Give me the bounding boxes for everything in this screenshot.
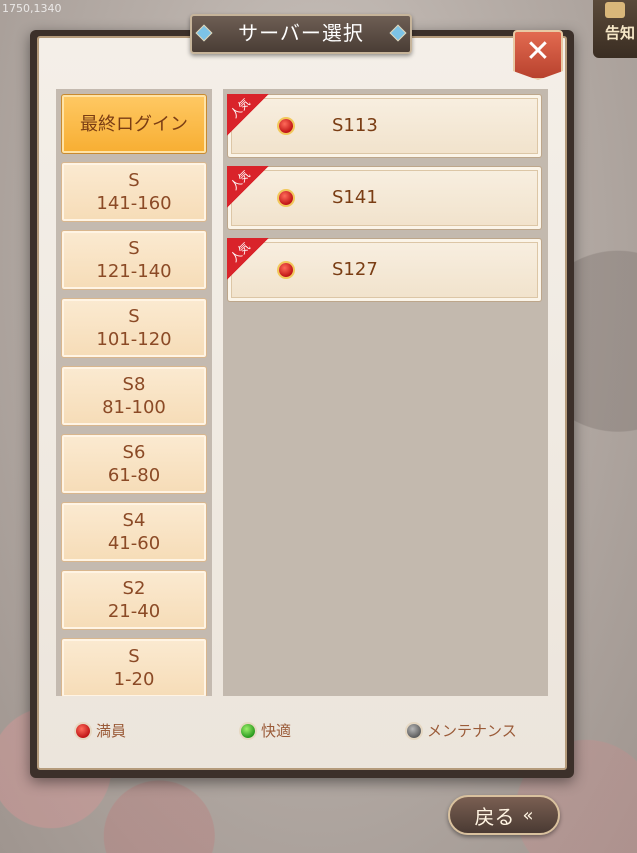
range-tab-label: S2 xyxy=(122,578,146,599)
range-tab[interactable]: S6 61-80 xyxy=(61,434,207,494)
hot-badge-label: 人気 xyxy=(227,95,253,121)
close-icon: ✕ xyxy=(525,34,551,69)
hot-badge-label: 人気 xyxy=(227,167,253,193)
notice-label: 告知 xyxy=(604,24,635,42)
dialog-title-plate: サーバー選択 xyxy=(190,14,412,54)
server-range-list[interactable]: 最終ログイン S 141-160 S 121-140 S 101-120 S8 … xyxy=(56,89,212,696)
server-name: S113 xyxy=(332,115,378,136)
range-tab-label: S4 xyxy=(122,510,146,531)
server-list: 人気 S113 人気 S141 人気 S127 xyxy=(223,89,548,696)
range-tab-label: S xyxy=(128,170,140,191)
legend-label: 快適 xyxy=(261,722,292,740)
status-full-icon xyxy=(76,723,90,738)
range-tab-label: S6 xyxy=(122,442,146,463)
range-tab[interactable]: S 121-140 xyxy=(61,230,207,290)
status-comfortable-icon xyxy=(241,723,255,738)
notice-button[interactable]: 告知 xyxy=(593,0,637,58)
range-tab-range: 81-100 xyxy=(102,397,166,418)
range-tab[interactable]: S 141-160 xyxy=(61,162,207,222)
coordinates-readout: 1750,1340 xyxy=(2,2,62,15)
close-button[interactable]: ✕ xyxy=(513,30,563,80)
legend-label: 満員 xyxy=(96,722,127,740)
range-tab-label: S xyxy=(128,238,140,259)
range-tab[interactable]: S8 81-100 xyxy=(61,366,207,426)
back-arrow-icon: « xyxy=(522,804,534,826)
server-name: S141 xyxy=(332,187,378,208)
range-tab-range: 121-140 xyxy=(96,261,172,282)
hot-badge-label: 人気 xyxy=(227,239,253,265)
range-tab-range: 1-20 xyxy=(113,669,155,690)
hot-badge: 人気 xyxy=(227,166,269,208)
range-tab-label: S xyxy=(128,646,140,667)
status-full-icon xyxy=(279,119,293,133)
range-tab-range: 41-60 xyxy=(107,533,161,554)
server-name: S127 xyxy=(332,259,378,280)
server-item[interactable]: 人気 S113 xyxy=(227,94,542,158)
status-full-icon xyxy=(279,263,293,277)
hot-badge: 人気 xyxy=(227,94,269,136)
range-tab-last-login[interactable]: 最終ログイン xyxy=(61,94,207,154)
range-tab[interactable]: S 101-120 xyxy=(61,298,207,358)
range-tab-range: 21-40 xyxy=(107,601,161,622)
back-button-label: 戻る xyxy=(474,804,515,829)
status-full-icon xyxy=(279,191,293,205)
range-tab-range: 61-80 xyxy=(107,465,161,486)
range-tab[interactable]: S4 41-60 xyxy=(61,502,207,562)
dialog-title: サーバー選択 xyxy=(238,21,364,45)
legend-comfortable: 快適 xyxy=(241,720,291,741)
server-item[interactable]: 人気 S127 xyxy=(227,238,542,302)
range-tab-label: 最終ログイン xyxy=(80,113,188,135)
legend-maintenance: メンテナンス xyxy=(407,720,517,741)
back-button[interactable]: 戻る « xyxy=(448,795,560,835)
server-item[interactable]: 人気 S141 xyxy=(227,166,542,230)
range-tab-label: S xyxy=(128,306,140,327)
range-tab-label: S8 xyxy=(122,374,146,395)
legend-label: メンテナンス xyxy=(427,722,517,740)
range-tab-range: 141-160 xyxy=(96,193,172,214)
status-maintenance-icon xyxy=(407,723,421,738)
range-tab[interactable]: S 1-20 xyxy=(61,638,207,696)
hot-badge: 人気 xyxy=(227,238,269,280)
range-tab[interactable]: S2 21-40 xyxy=(61,570,207,630)
scroll-icon xyxy=(605,2,625,18)
range-tab-range: 101-120 xyxy=(96,329,172,350)
legend-full: 満員 xyxy=(76,720,126,741)
